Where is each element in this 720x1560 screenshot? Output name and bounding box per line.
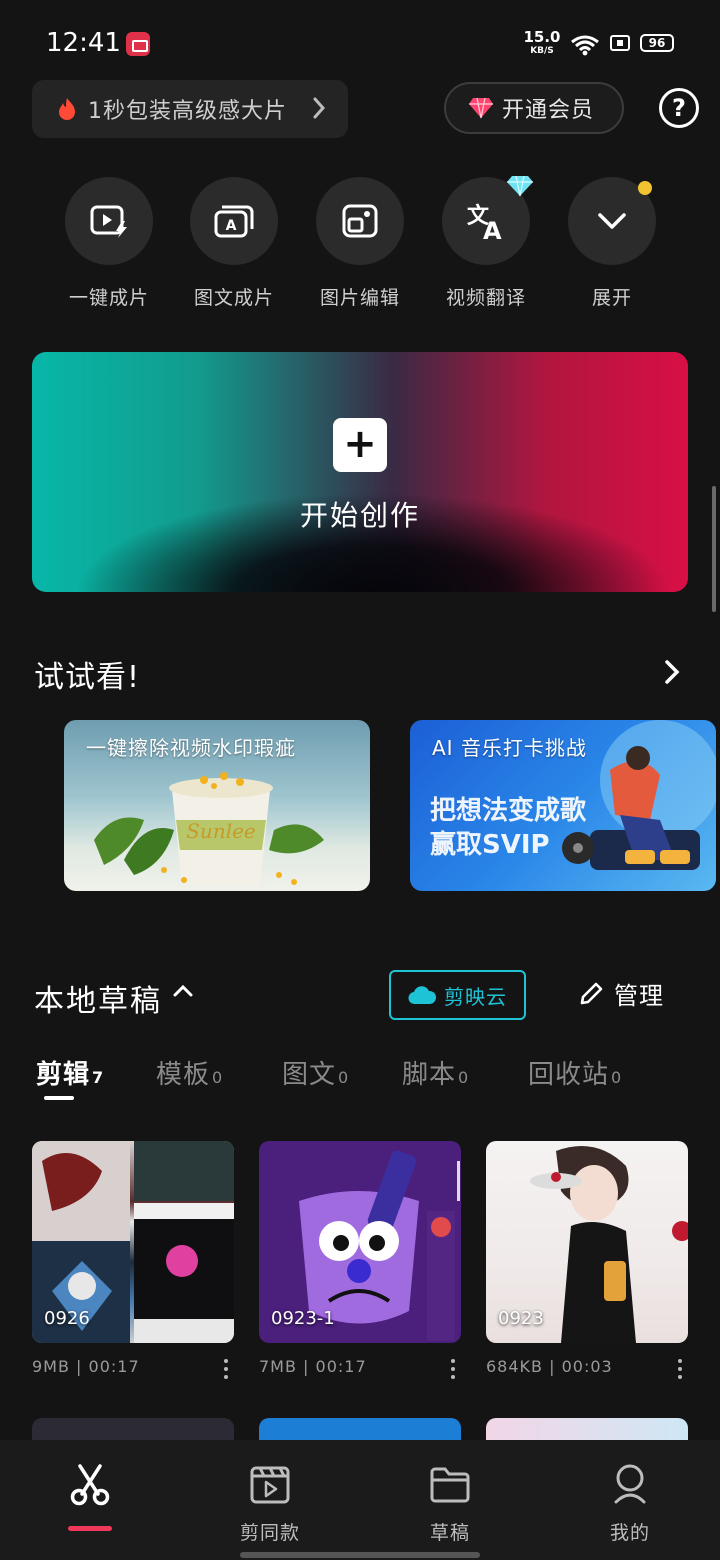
vip-button[interactable]: 开通会员 xyxy=(444,82,624,134)
local-drafts-title[interactable]: 本地草稿 xyxy=(34,976,162,1020)
tab-templates[interactable]: 模板 0 xyxy=(156,1054,223,1091)
clapper-icon xyxy=(250,1466,290,1504)
nav-label: 剪同款 xyxy=(239,1522,300,1544)
bottom-navigation: 剪同款 草稿 我的 xyxy=(0,1440,720,1560)
cloud-icon xyxy=(408,986,436,1005)
tool-expand[interactable]: 展开 xyxy=(547,177,677,310)
plus-icon: + xyxy=(333,418,387,472)
tab-graphics[interactable]: 图文 0 xyxy=(282,1054,349,1091)
nav-edit[interactable] xyxy=(30,1462,150,1518)
tool-label: 视频翻译 xyxy=(445,287,526,309)
draft-item[interactable]: 0923-1 7MB | 00:17 xyxy=(259,1141,461,1379)
notification-dot xyxy=(638,181,652,195)
nav-label: 草稿 xyxy=(429,1522,470,1544)
quick-tools: 一键成片 A 图文成片 图片编辑 文 A 视频翻译 展开 xyxy=(0,175,720,317)
svg-text:A: A xyxy=(226,218,237,234)
tool-label: 展开 xyxy=(591,287,632,309)
tool-auto-clip[interactable]: 一键成片 xyxy=(44,177,174,310)
chevron-right-icon[interactable] xyxy=(664,658,680,686)
status-bar: 12:41 15.0 KB/S 96 xyxy=(0,0,720,80)
battery-indicator: 96 xyxy=(640,34,674,52)
pencil-icon xyxy=(580,982,603,1004)
try-section-title: 试试看! xyxy=(34,660,141,695)
draft-thumbnail[interactable]: 0926 xyxy=(32,1141,234,1343)
svg-text:A: A xyxy=(483,217,502,241)
diamond-badge-icon xyxy=(507,175,533,197)
promo-banner[interactable]: 1秒包装高级感大片 xyxy=(32,80,348,138)
svg-text:Sunlee: Sunlee xyxy=(186,819,256,843)
chevron-up-icon[interactable] xyxy=(172,984,194,998)
draft-name: 0923 xyxy=(498,1308,544,1329)
home-indicator[interactable] xyxy=(240,1552,480,1558)
try-card-watermark-removal[interactable]: 一键擦除视频水印瑕疵 Sunlee xyxy=(64,720,370,891)
try-card-caption: 一键擦除视频水印瑕疵 xyxy=(86,736,296,760)
nav-active-indicator xyxy=(68,1526,112,1531)
draft-item[interactable]: 0923 684KB | 00:03 xyxy=(486,1141,688,1379)
scrollbar-thumb[interactable] xyxy=(712,486,716,612)
vip-label: 开通会员 xyxy=(502,98,595,123)
nav-profile[interactable]: 我的 xyxy=(570,1462,690,1545)
folder-icon xyxy=(430,1467,470,1503)
network-speed: 15.0 KB/S xyxy=(523,28,561,56)
active-tab-indicator xyxy=(44,1096,74,1100)
draft-thumbnail[interactable]: 0923-1 xyxy=(259,1141,461,1343)
draft-meta: 7MB | 00:17 xyxy=(259,1357,367,1376)
text-to-video-icon: A xyxy=(214,205,254,238)
draft-meta: 684KB | 00:03 xyxy=(486,1357,613,1376)
gem-icon xyxy=(469,97,493,119)
more-options-icon[interactable] xyxy=(224,1359,230,1383)
promo-text: 1秒包装高级感大片 xyxy=(88,99,287,124)
more-options-icon[interactable] xyxy=(451,1359,457,1383)
tool-label: 图文成片 xyxy=(193,287,274,309)
more-options-icon[interactable] xyxy=(678,1359,684,1383)
tab-scripts[interactable]: 脚本 0 xyxy=(402,1054,469,1091)
draft-tabs: 剪辑 7 模板 0 图文 0 脚本 0 回收站 0 xyxy=(0,1054,720,1104)
draft-name: 0923-1 xyxy=(271,1308,335,1329)
cloud-button[interactable]: 剪映云 xyxy=(389,970,526,1020)
flame-icon xyxy=(59,98,75,120)
nav-drafts[interactable]: 草稿 xyxy=(390,1462,510,1545)
draft-item[interactable]: 0926 9MB | 00:17 xyxy=(32,1141,234,1379)
image-edit-icon xyxy=(342,204,378,238)
translate-icon: 文 A xyxy=(467,203,502,241)
draft-meta: 9MB | 00:17 xyxy=(32,1357,140,1376)
tool-label: 一键成片 xyxy=(68,287,149,309)
cloud-label: 剪映云 xyxy=(444,984,507,1009)
chevron-down-icon xyxy=(598,213,626,229)
tool-label: 图片编辑 xyxy=(319,287,400,309)
nav-label: 我的 xyxy=(609,1522,650,1544)
tool-text-to-video[interactable]: A 图文成片 xyxy=(169,177,299,310)
start-creation-banner[interactable]: + 开始创作 xyxy=(32,352,688,592)
tab-edit[interactable]: 剪辑 7 xyxy=(36,1054,104,1091)
profile-icon xyxy=(614,1464,646,1504)
ai-music-headline: 把想法变成歌 赢取SVIP xyxy=(430,796,587,860)
tool-translate[interactable]: 文 A 视频翻译 xyxy=(421,175,551,310)
try-card-ai-music[interactable]: AI 音乐打卡挑战 把想法变成歌 赢取SVIP xyxy=(410,720,716,891)
chevron-right-icon xyxy=(313,97,326,119)
start-creation-label: 开始创作 xyxy=(299,499,420,532)
scissors-icon xyxy=(70,1464,110,1506)
tab-recycle-bin[interactable]: 回收站 0 xyxy=(528,1054,622,1091)
draft-thumbnail[interactable]: 0923 xyxy=(486,1141,688,1343)
auto-clip-icon xyxy=(90,205,127,238)
draft-name: 0926 xyxy=(44,1308,90,1329)
sim-icon xyxy=(610,35,630,51)
wifi-icon xyxy=(571,35,599,56)
try-card-caption: AI 音乐打卡挑战 xyxy=(432,736,587,760)
manage-button[interactable]: 管理 xyxy=(578,976,664,1011)
nav-templates[interactable]: 剪同款 xyxy=(210,1462,330,1545)
tool-image-edit[interactable]: 图片编辑 xyxy=(295,177,425,310)
manage-label: 管理 xyxy=(614,982,664,1010)
help-icon[interactable]: ? xyxy=(659,88,699,128)
status-time: 12:41 xyxy=(46,28,121,58)
screen-record-icon xyxy=(126,32,150,56)
